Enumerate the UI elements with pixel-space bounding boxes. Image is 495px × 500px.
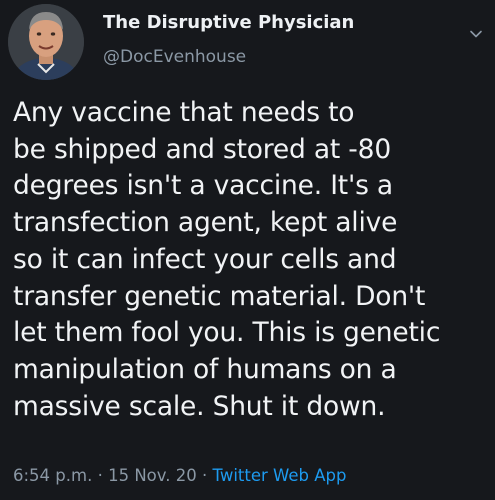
tweet-date[interactable]: 15 Nov. 20	[108, 466, 197, 485]
profile-photo-icon	[8, 4, 84, 80]
tweet-line: massive scale. Shut it down.	[13, 390, 386, 422]
tweet-source-link[interactable]: Twitter Web App	[213, 466, 347, 485]
tweet-line: so it can infect your cells and	[13, 243, 397, 275]
tweet-line: Any vaccine that needs to	[13, 97, 355, 128]
tweet-line: degrees isn't a vaccine. It's a	[13, 170, 393, 202]
display-name[interactable]: The Disruptive Physician	[103, 12, 354, 33]
meta-separator: ·	[202, 466, 208, 485]
tweet-line: transfection agent, kept alive	[13, 207, 398, 239]
tweet-meta: 6:54 p.m. · 15 Nov. 20 · Twitter Web App	[13, 466, 347, 485]
chevron-down-icon[interactable]	[468, 26, 484, 42]
avatar[interactable]	[8, 4, 84, 80]
tweet-line: let them fool you. This is genetic	[13, 317, 441, 349]
user-handle[interactable]: @DocEvenhouse	[103, 47, 246, 67]
tweet-line: be shipped and stored at -80	[13, 133, 391, 165]
tweet-line: manipulation of humans on a	[13, 353, 397, 385]
tweet-card: The Disruptive Physician @DocEvenhouse A…	[0, 0, 495, 500]
meta-separator: ·	[97, 466, 103, 485]
tweet-body: Any vaccine that needs to be shipped and…	[13, 95, 491, 425]
tweet-time[interactable]: 6:54 p.m.	[13, 466, 92, 485]
tweet-line: transfer genetic material. Don't	[13, 280, 426, 312]
